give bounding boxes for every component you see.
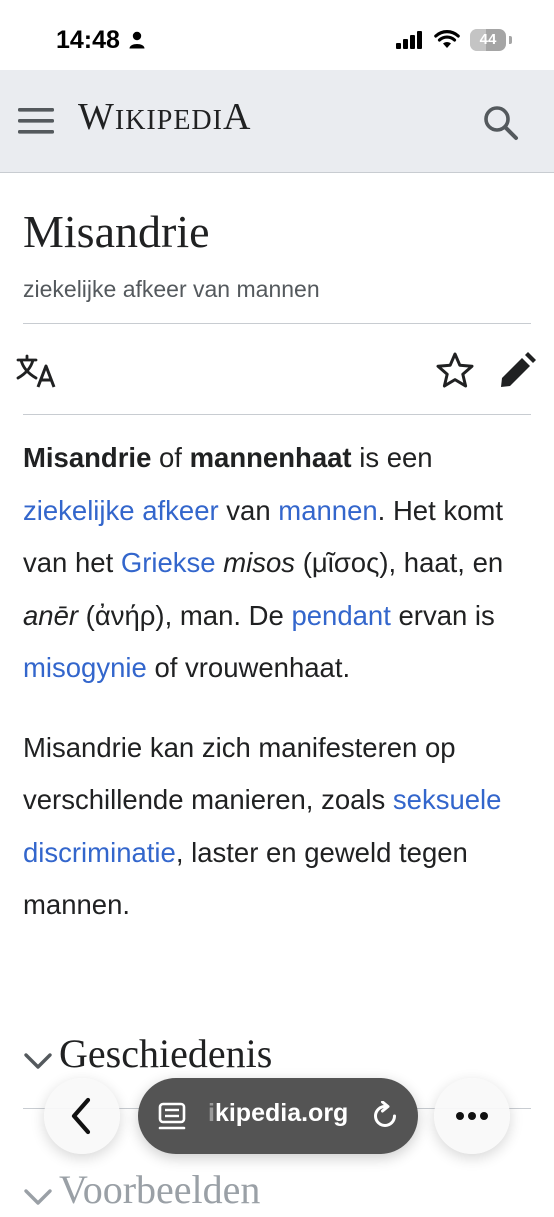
page-subtitle: ziekelijke afkeer van mannen — [23, 276, 320, 302]
browser-bottom-bar: ikipedia.org — [0, 1070, 554, 1160]
link-griekse[interactable]: Griekse — [121, 547, 216, 578]
page-menu-icon[interactable] — [158, 1102, 190, 1135]
page-title: Misandrie — [23, 206, 210, 257]
address-bar[interactable]: ikipedia.org — [138, 1078, 418, 1154]
page-actions-toolbar — [0, 324, 554, 414]
status-bar: 14:48 44 — [0, 0, 554, 70]
wifi-icon — [434, 29, 460, 54]
search-icon[interactable] — [482, 104, 520, 147]
wikipedia-logo[interactable]: WIKIPEDIA — [78, 95, 251, 139]
link-ziekelijke-afkeer[interactable]: ziekelijke afkeer — [23, 495, 219, 526]
battery-level: 44 — [479, 31, 497, 48]
chevron-down-icon — [23, 1170, 53, 1217]
ellipsis-icon — [456, 1112, 488, 1120]
link-pendant[interactable]: pendant — [291, 600, 390, 631]
url-text: ikipedia.org — [208, 1099, 349, 1127]
person-icon — [129, 31, 145, 54]
wikipedia-header: WIKIPEDIA — [0, 70, 554, 173]
battery-indicator: 44 — [470, 29, 514, 53]
divider — [23, 414, 531, 415]
menu-icon[interactable] — [18, 106, 54, 141]
link-misogynie[interactable]: misogynie — [23, 652, 147, 683]
more-options-button[interactable] — [434, 1078, 510, 1154]
status-time: 14:48 — [56, 26, 120, 54]
back-button[interactable] — [44, 1078, 120, 1154]
section-voorbeelden[interactable]: Voorbeelden — [23, 1166, 543, 1217]
paragraph-manifestations: Misandrie kan zich manifesteren op versc… — [23, 731, 502, 921]
paragraph-intro: Misandrie of mannenhaat is een ziekelijk… — [23, 442, 504, 683]
chevron-left-icon — [71, 1097, 91, 1135]
link-mannen[interactable]: mannen — [278, 495, 377, 526]
language-translate-icon[interactable] — [16, 354, 58, 393]
cellular-signal-icon — [396, 31, 424, 54]
reload-icon[interactable] — [370, 1100, 400, 1136]
edit-pencil-icon[interactable] — [498, 352, 536, 395]
article-body: Misandrie of mannenhaat is een ziekelijk… — [23, 432, 523, 932]
watch-star-icon[interactable] — [436, 352, 474, 393]
section-heading: Voorbeelden — [59, 1167, 261, 1212]
